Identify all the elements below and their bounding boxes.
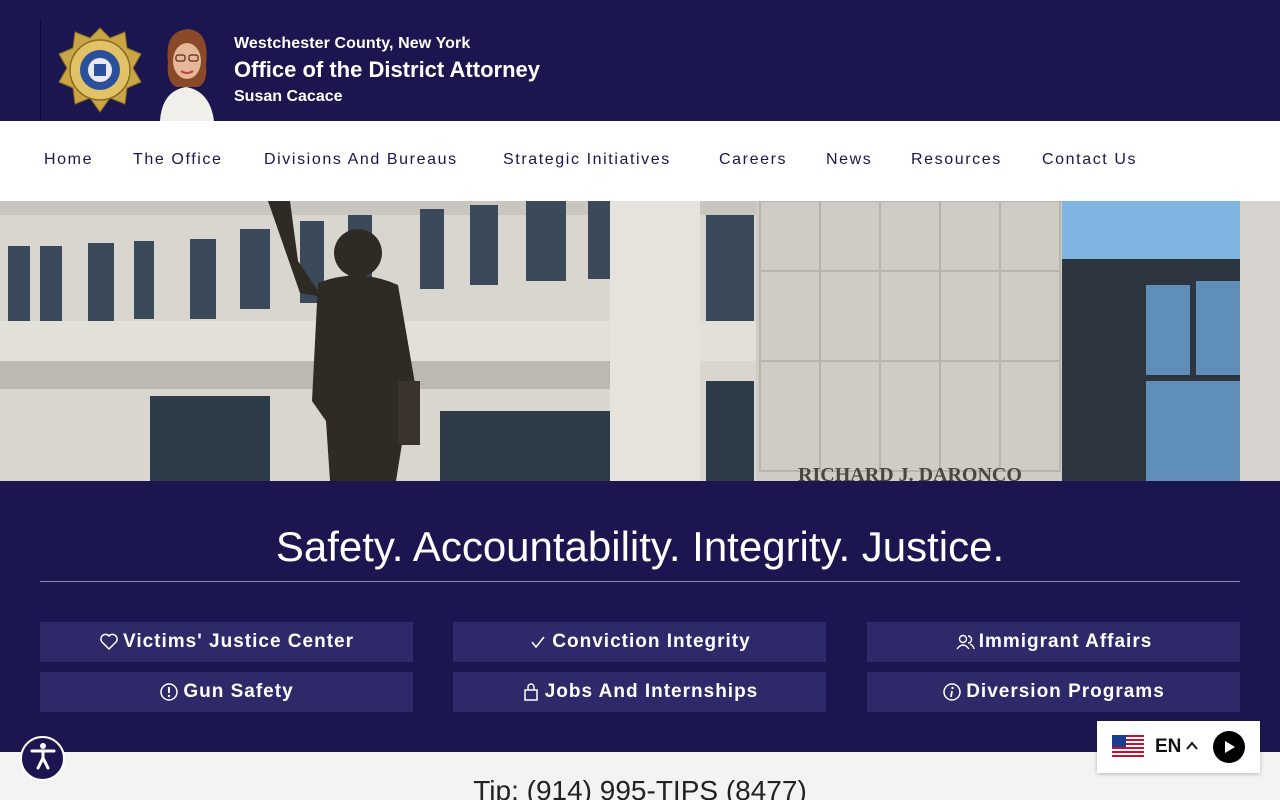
conviction-integrity-button[interactable]: Conviction Integrity	[453, 622, 826, 662]
da-badge-logo[interactable]	[55, 26, 145, 116]
info-icon	[942, 682, 962, 702]
play-audio-icon[interactable]	[1213, 731, 1245, 763]
district-attorney-name: Susan Cacace	[234, 88, 343, 105]
nav-home[interactable]: Home	[44, 151, 93, 169]
victims-justice-center-label: Victims' Justice Center	[123, 631, 354, 652]
district-attorney-portrait	[148, 21, 224, 121]
site-header: Westchester County, New York Office of t…	[0, 0, 1280, 121]
check-icon	[528, 632, 548, 652]
office-title: Office of the District Attorney	[234, 57, 540, 82]
jobs-and-internships-button[interactable]: Jobs And Internships	[453, 672, 826, 712]
band-divider	[40, 581, 1240, 582]
nav-news[interactable]: News	[826, 151, 872, 169]
main-nav: Home The Office Divisions And Bureaus St…	[0, 121, 1280, 201]
immigrant-affairs-label: Immigrant Affairs	[978, 631, 1153, 652]
nav-the-office[interactable]: The Office	[133, 151, 223, 169]
header-title-block[interactable]: Westchester County, New York Office of t…	[234, 33, 540, 108]
nav-divisions-and-bureaus[interactable]: Divisions And Bureaus	[264, 151, 458, 169]
alert-circle-icon	[159, 682, 179, 702]
county-name: Westchester County, New York	[234, 35, 471, 52]
accessibility-icon	[28, 741, 58, 776]
language-code: EN	[1155, 736, 1182, 757]
accessibility-button[interactable]	[20, 736, 65, 781]
nav-resources[interactable]: Resources	[911, 151, 1002, 169]
conviction-integrity-label: Conviction Integrity	[552, 631, 751, 652]
nav-contact-us[interactable]: Contact Us	[1042, 151, 1137, 169]
header-divider	[40, 20, 41, 121]
nav-careers[interactable]: Careers	[719, 151, 787, 169]
tip-line[interactable]: Tip: (914) 995-TIPS (8477)	[0, 774, 1280, 800]
bag-icon	[521, 682, 541, 702]
jobs-and-internships-label: Jobs And Internships	[544, 681, 759, 702]
immigrant-affairs-button[interactable]: Immigrant Affairs	[867, 622, 1240, 662]
diversion-programs-button[interactable]: Diversion Programs	[867, 672, 1240, 712]
us-flag-icon	[1112, 735, 1144, 759]
mission-tagline: Safety. Accountability. Integrity. Justi…	[275, 523, 1005, 570]
mission-band: Safety. Accountability. Integrity. Justi…	[0, 481, 1280, 752]
hero-image: RICHARD J. DARONCO	[0, 201, 1280, 481]
gun-safety-label: Gun Safety	[183, 681, 294, 702]
gun-safety-button[interactable]: Gun Safety	[40, 672, 413, 712]
victims-justice-center-button[interactable]: Victims' Justice Center	[40, 622, 413, 662]
users-icon	[955, 632, 975, 652]
heart-icon	[99, 632, 119, 652]
nav-strategic-initiatives[interactable]: Strategic Initiatives	[503, 151, 671, 169]
building-inscription: RICHARD J. DARONCO	[798, 464, 1022, 481]
tip-strip: Tip: (914) 995-TIPS (8477)	[0, 752, 1280, 800]
diversion-programs-label: Diversion Programs	[966, 681, 1165, 702]
language-switcher[interactable]: EN	[1097, 721, 1260, 773]
chevron-up-icon	[1185, 739, 1199, 758]
